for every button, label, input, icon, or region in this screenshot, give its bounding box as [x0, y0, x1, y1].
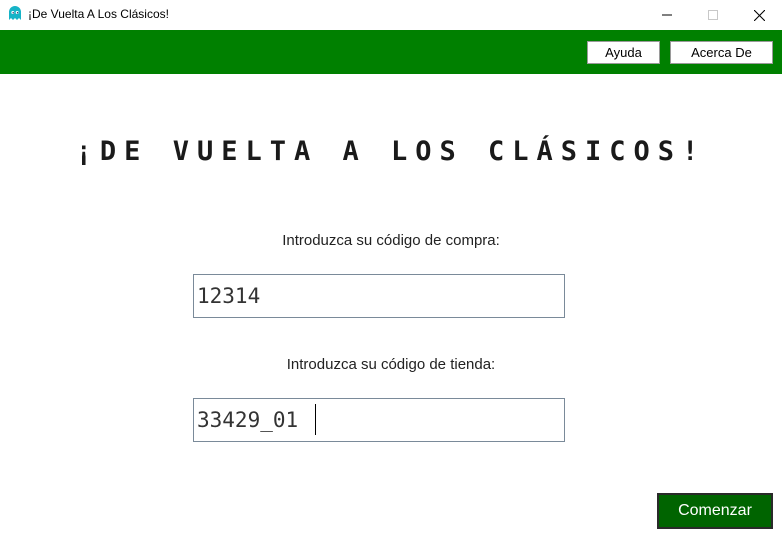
window-title: ¡De Vuelta A Los Clásicos!	[28, 7, 169, 21]
minimize-icon	[662, 14, 672, 16]
purchase-code-label: Introduzca su código de compra:	[282, 232, 500, 249]
purchase-code-input[interactable]	[193, 274, 565, 318]
text-caret	[315, 404, 316, 435]
close-button[interactable]	[736, 0, 782, 30]
maximize-button[interactable]	[690, 0, 736, 30]
close-icon	[753, 9, 765, 21]
title-bar: ¡De Vuelta A Los Clásicos!	[0, 0, 782, 30]
ghost-icon	[9, 6, 21, 20]
maximize-icon	[708, 10, 718, 20]
minimize-button[interactable]	[644, 0, 690, 30]
toolbar: Ayuda Acerca De	[0, 30, 782, 74]
about-button[interactable]: Acerca De	[670, 41, 773, 64]
store-code-label: Introduzca su código de tienda:	[286, 356, 496, 373]
start-button[interactable]: Comenzar	[657, 493, 773, 529]
page-title: ¡DE VUELTA A LOS CLÁSICOS!	[75, 136, 707, 167]
store-code-input[interactable]	[193, 398, 565, 442]
help-button[interactable]: Ayuda	[587, 41, 660, 64]
